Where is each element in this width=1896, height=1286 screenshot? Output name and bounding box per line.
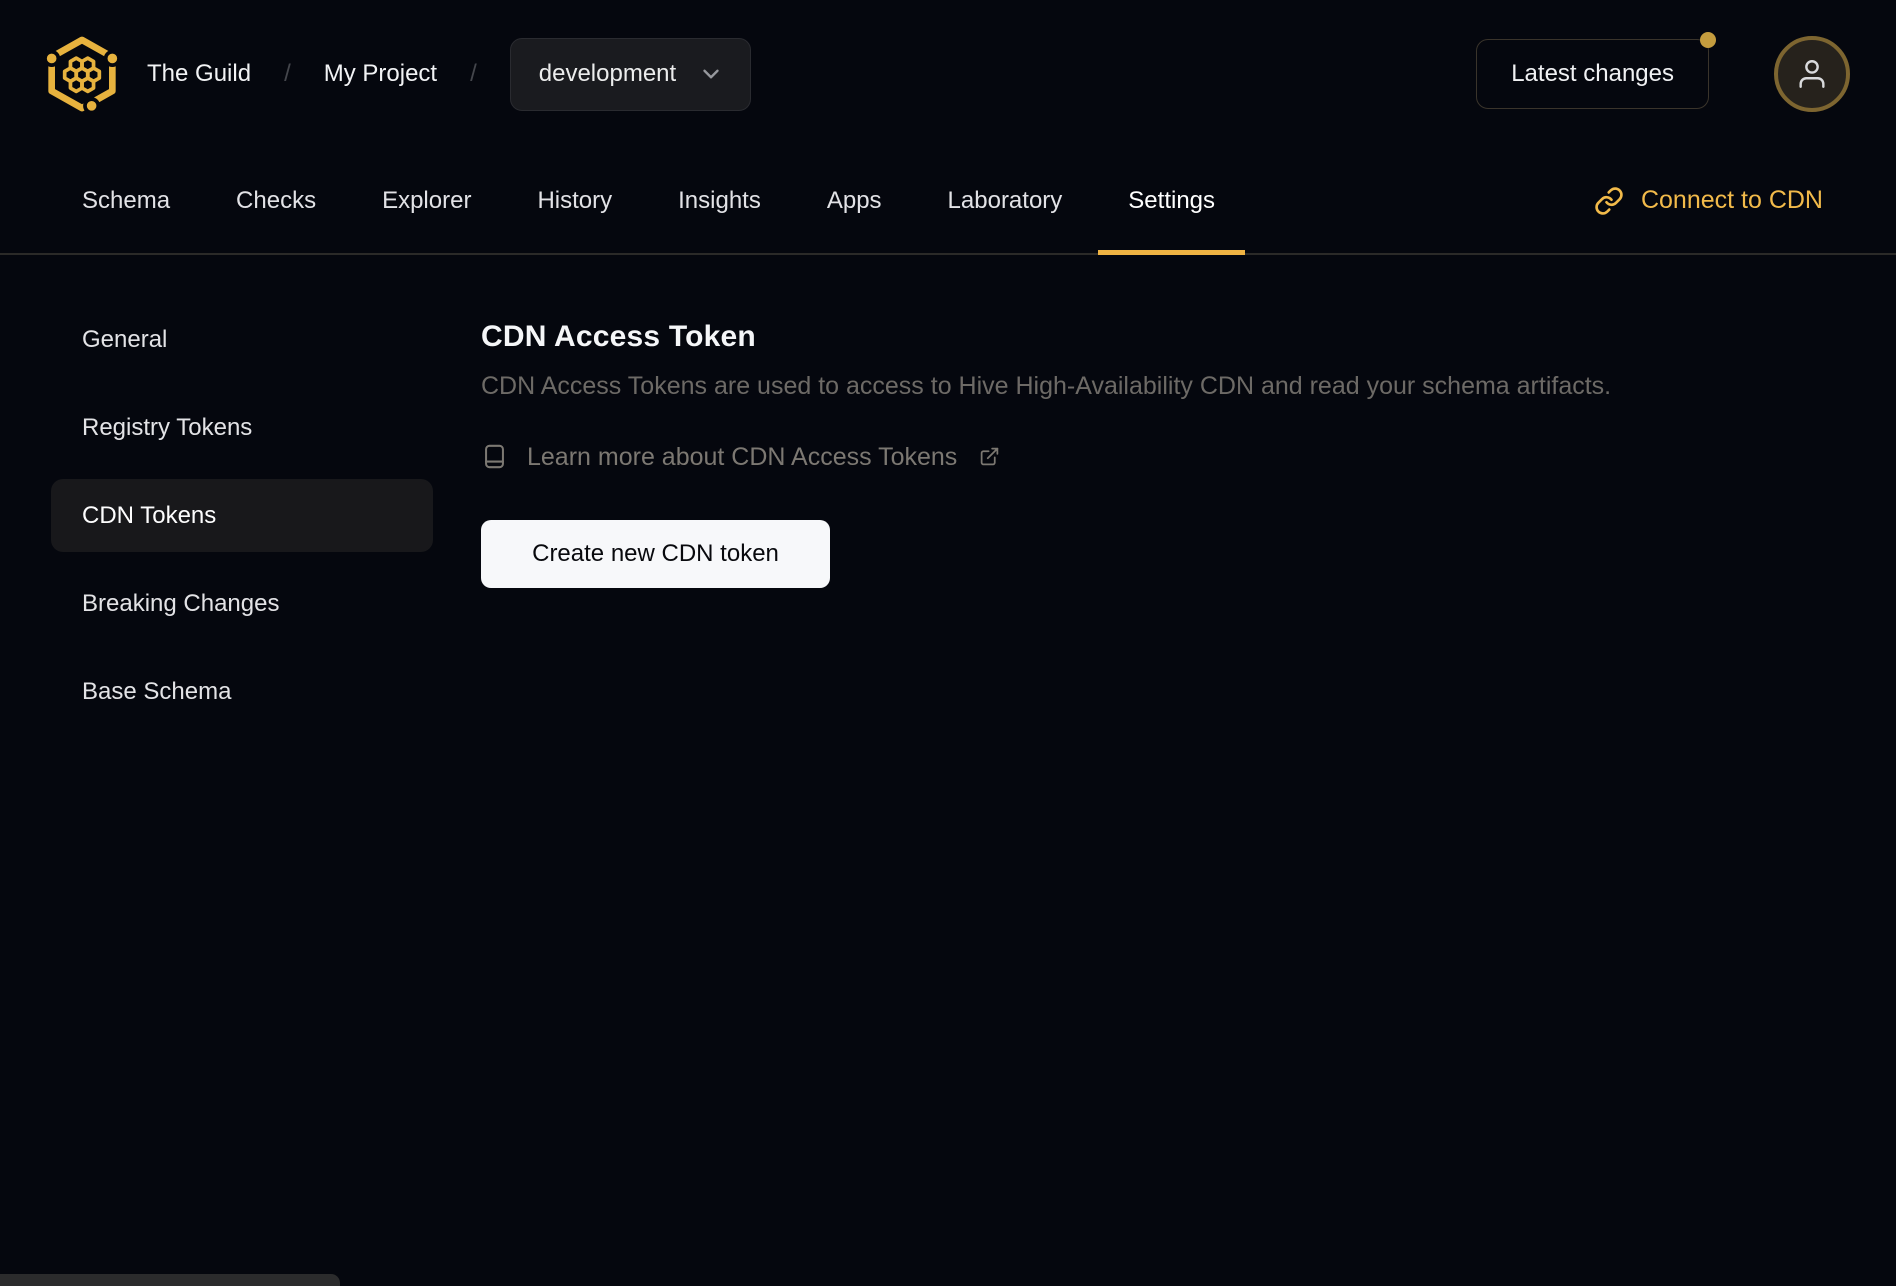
sidebar-item-cdn-tokens[interactable]: CDN Tokens <box>51 479 433 552</box>
breadcrumb-project[interactable]: My Project <box>324 60 437 88</box>
tab-laboratory[interactable]: Laboratory <box>918 148 1093 253</box>
breadcrumb-org[interactable]: The Guild <box>147 60 251 88</box>
tab-history[interactable]: History <box>507 148 642 253</box>
learn-more-label: Learn more about CDN Access Tokens <box>527 442 958 471</box>
page-description: CDN Access Tokens are used to access to … <box>481 372 1612 400</box>
hive-logo[interactable] <box>45 36 119 112</box>
chevron-down-icon <box>698 61 724 87</box>
latest-changes-button[interactable]: Latest changes <box>1476 32 1716 109</box>
main-content: CDN Access Token CDN Access Tokens are u… <box>481 255 1896 743</box>
tab-schema[interactable]: Schema <box>52 148 200 253</box>
tab-explorer[interactable]: Explorer <box>352 148 501 253</box>
settings-sidebar: General Registry Tokens CDN Tokens Break… <box>0 255 481 743</box>
tab-checks[interactable]: Checks <box>206 148 346 253</box>
page-title: CDN Access Token <box>481 320 756 353</box>
breadcrumb-separator: / <box>284 60 291 87</box>
notification-dot <box>1700 32 1716 48</box>
connect-to-cdn-label: Connect to CDN <box>1640 186 1823 214</box>
sidebar-item-base-schema[interactable]: Base Schema <box>51 655 433 728</box>
target-selector-dropdown[interactable]: development <box>509 37 752 111</box>
create-cdn-token-button[interactable]: Create new CDN token <box>481 520 830 588</box>
external-link-icon <box>979 446 1000 467</box>
sidebar-item-general[interactable]: General <box>51 303 433 376</box>
topbar-right: Latest changes <box>1476 32 1850 112</box>
link-icon <box>1595 186 1623 215</box>
user-icon <box>1799 60 1825 88</box>
breadcrumb-separator: / <box>470 60 477 87</box>
book-icon <box>485 444 504 469</box>
user-avatar-button[interactable] <box>1774 36 1850 112</box>
tab-insights[interactable]: Insights <box>648 148 791 253</box>
latest-changes-label: Latest changes <box>1511 60 1674 87</box>
sidebar-item-breaking-changes[interactable]: Breaking Changes <box>51 567 433 640</box>
page-body: General Registry Tokens CDN Tokens Break… <box>0 255 1896 743</box>
top-bar: The Guild / My Project / development Lat… <box>0 0 1896 148</box>
bottom-partial-panel <box>0 1274 340 1286</box>
breadcrumb: The Guild / My Project / development <box>147 37 752 111</box>
connect-to-cdn-link[interactable]: Connect to CDN <box>1594 148 1823 253</box>
tabs-bar: Schema Checks Explorer History Insights … <box>0 148 1896 255</box>
tab-apps[interactable]: Apps <box>797 148 912 253</box>
hive-honeycomb-icon <box>45 36 119 112</box>
sidebar-item-registry-tokens[interactable]: Registry Tokens <box>51 391 433 464</box>
target-selector-value: development <box>538 60 677 87</box>
learn-more-link[interactable]: Learn more about CDN Access Tokens <box>481 443 1000 470</box>
tab-settings[interactable]: Settings <box>1098 148 1245 255</box>
